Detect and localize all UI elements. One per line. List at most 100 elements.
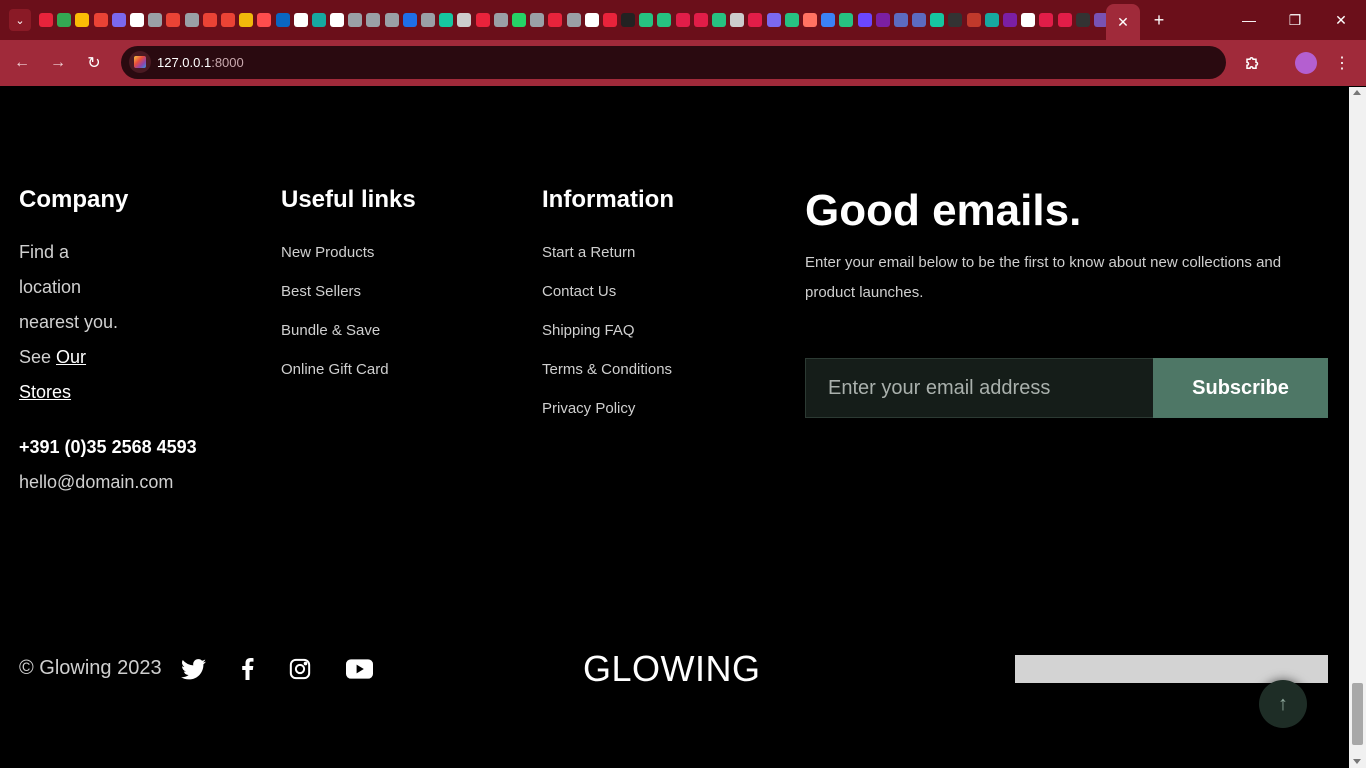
pinned-tab-favicon[interactable] [984, 13, 999, 27]
email-input[interactable] [805, 358, 1153, 418]
instagram-icon[interactable] [287, 656, 313, 682]
pinned-tab-favicon[interactable] [802, 13, 817, 27]
pinned-tab-favicon[interactable] [730, 13, 745, 27]
pinned-tab-favicon[interactable] [493, 13, 508, 27]
page-scrollbar[interactable] [1349, 87, 1366, 768]
twitter-icon[interactable] [180, 656, 206, 682]
scroll-up-icon[interactable] [1353, 90, 1361, 95]
pinned-tab-favicon[interactable] [348, 13, 363, 27]
our-stores-link[interactable]: Our [56, 347, 86, 367]
pinned-tab-favicon[interactable] [566, 13, 581, 27]
back-to-top-button[interactable]: ↑ [1259, 680, 1307, 728]
link-contact-us[interactable]: Contact Us [542, 283, 616, 300]
pinned-tab-favicon[interactable] [548, 13, 563, 27]
pinned-tab-favicon[interactable] [857, 13, 872, 27]
pinned-tab-favicon[interactable] [457, 13, 472, 27]
pinned-tab-favicon[interactable] [657, 13, 672, 27]
pinned-tab-favicon[interactable] [766, 13, 781, 27]
pinned-tab-favicon[interactable] [1057, 13, 1072, 27]
pinned-tab-favicon[interactable] [330, 13, 345, 27]
address-bar[interactable]: 127.0.0.1:8000 [121, 46, 1226, 79]
facebook-icon[interactable] [234, 656, 260, 682]
pinned-tab-favicon[interactable] [1021, 13, 1036, 27]
browser-menu-icon[interactable]: ⋮ [1332, 52, 1352, 74]
pinned-tab-favicon[interactable] [475, 13, 490, 27]
link-best-sellers[interactable]: Best Sellers [281, 283, 361, 300]
link-start-return[interactable]: Start a Return [542, 244, 635, 261]
pinned-tab-favicon[interactable] [930, 13, 945, 27]
pinned-tab-favicon[interactable] [93, 13, 108, 27]
stores-link[interactable]: Stores [19, 382, 71, 402]
subscribe-button[interactable]: Subscribe [1153, 358, 1328, 418]
reload-icon[interactable]: ↻ [82, 51, 106, 75]
page-footer: Company Find a location nearest you. See… [0, 87, 1349, 768]
pinned-tab-favicon[interactable] [111, 13, 126, 27]
close-window-button[interactable]: ✕ [1318, 0, 1364, 40]
link-bundle-save[interactable]: Bundle & Save [281, 322, 380, 339]
pinned-tab-favicon[interactable] [675, 13, 690, 27]
pinned-tab-favicon[interactable] [712, 13, 727, 27]
pinned-tab-favicon[interactable] [439, 13, 454, 27]
link-privacy[interactable]: Privacy Policy [542, 400, 635, 417]
company-phone[interactable]: +391 (0)35 2568 4593 [19, 430, 197, 465]
restore-button[interactable]: ❐ [1272, 0, 1318, 40]
pinned-tab-favicon[interactable] [239, 13, 254, 27]
new-tab-button[interactable]: + [1147, 8, 1171, 32]
pinned-tab-favicon[interactable] [530, 13, 545, 27]
active-tab[interactable]: ✕ [1106, 4, 1140, 40]
company-email[interactable]: hello@domain.com [19, 465, 173, 500]
pinned-tab-favicon[interactable] [875, 13, 890, 27]
pinned-tab-favicon[interactable] [748, 13, 763, 27]
pinned-tab-favicon[interactable] [784, 13, 799, 27]
pinned-tab-favicon[interactable] [839, 13, 854, 27]
pinned-tab-favicon[interactable] [75, 13, 90, 27]
pinned-tab-favicon[interactable] [511, 13, 526, 27]
site-info-icon[interactable] [129, 51, 151, 73]
pinned-tab-favicon[interactable] [202, 13, 217, 27]
pinned-tab-favicon[interactable] [130, 13, 145, 27]
link-shipping-faq[interactable]: Shipping FAQ [542, 322, 635, 339]
close-tab-icon[interactable]: ✕ [1117, 14, 1129, 31]
profile-avatar[interactable] [1295, 52, 1317, 74]
pinned-tab-favicon[interactable] [1003, 13, 1018, 27]
back-icon[interactable]: ← [10, 51, 34, 75]
pinned-tab-favicon[interactable] [366, 13, 381, 27]
forward-icon[interactable]: → [46, 51, 70, 75]
scroll-thumb[interactable] [1352, 683, 1363, 745]
link-terms[interactable]: Terms & Conditions [542, 361, 672, 378]
pinned-tab-favicon[interactable] [257, 13, 272, 27]
pinned-tab-favicon[interactable] [621, 13, 636, 27]
pinned-tab-favicon[interactable] [821, 13, 836, 27]
link-gift-card[interactable]: Online Gift Card [281, 361, 389, 378]
pinned-tab-favicon[interactable] [311, 13, 326, 27]
pinned-tab-favicon[interactable] [693, 13, 708, 27]
pinned-tab-favicon[interactable] [948, 13, 963, 27]
pinned-tab-favicon[interactable] [584, 13, 599, 27]
youtube-icon[interactable] [345, 656, 373, 682]
pinned-tab-favicon[interactable] [966, 13, 981, 27]
link-new-products[interactable]: New Products [281, 244, 374, 261]
extensions-icon[interactable] [1242, 52, 1264, 74]
pinned-tab-favicon[interactable] [893, 13, 908, 27]
tab-search-button[interactable]: ⌄ [9, 9, 31, 31]
pinned-tab-favicon[interactable] [39, 13, 54, 27]
pinned-tab-favicon[interactable] [384, 13, 399, 27]
scroll-down-icon[interactable] [1353, 759, 1361, 764]
pinned-tab-favicon[interactable] [293, 13, 308, 27]
pinned-tab-favicon[interactable] [402, 13, 417, 27]
minimize-button[interactable]: — [1226, 0, 1272, 40]
pinned-tab-favicon[interactable] [166, 13, 181, 27]
pinned-tab-favicon[interactable] [220, 13, 235, 27]
pinned-tab-favicon[interactable] [1075, 13, 1090, 27]
pinned-tab-favicon[interactable] [275, 13, 290, 27]
pinned-tab-favicon[interactable] [912, 13, 927, 27]
glowing-logo[interactable]: GLOWING [583, 648, 761, 690]
pinned-tabs [37, 0, 1110, 40]
pinned-tab-favicon[interactable] [602, 13, 617, 27]
pinned-tab-favicon[interactable] [421, 13, 436, 27]
pinned-tab-favicon[interactable] [1039, 13, 1054, 27]
pinned-tab-favicon[interactable] [639, 13, 654, 27]
pinned-tab-favicon[interactable] [57, 13, 72, 27]
pinned-tab-favicon[interactable] [184, 13, 199, 27]
pinned-tab-favicon[interactable] [148, 13, 163, 27]
